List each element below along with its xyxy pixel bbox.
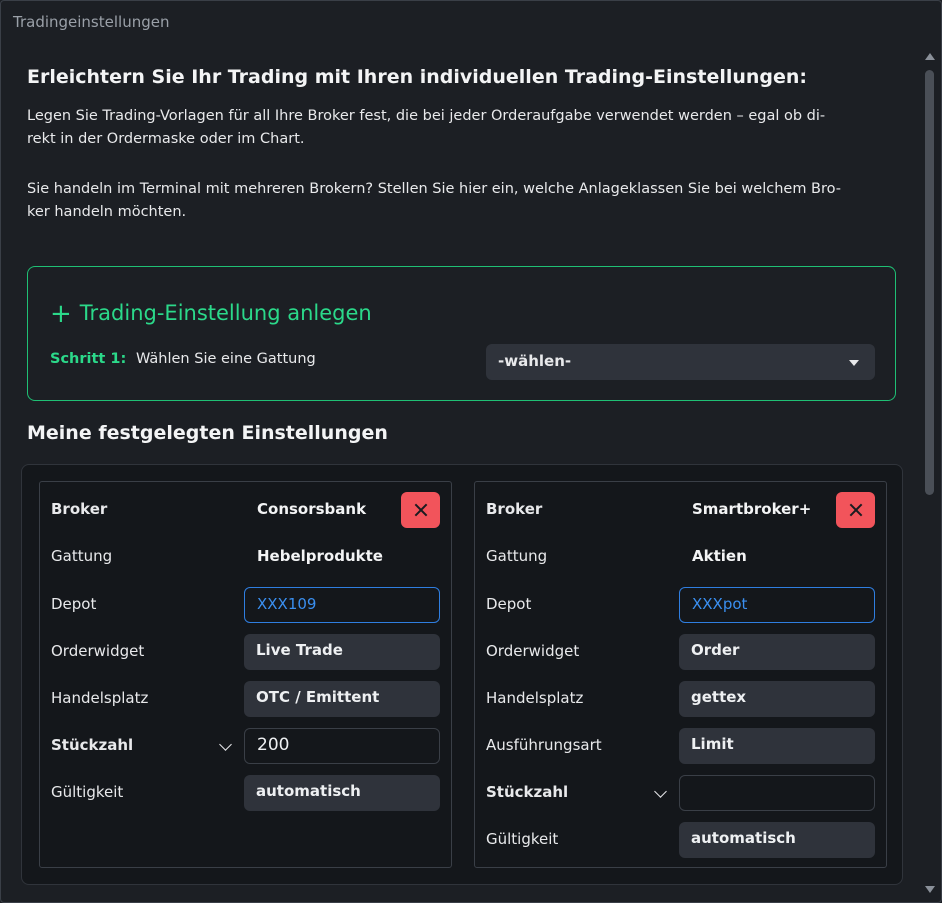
depot-label: Depot — [51, 595, 97, 613]
scroll-up-arrow-icon[interactable] — [925, 53, 935, 60]
row-orderwidget: Orderwidget Live Trade — [40, 634, 451, 670]
gattung-label: Gattung — [486, 547, 548, 565]
scrollbar-thumb[interactable] — [925, 70, 934, 495]
my-settings-title: Meine festgelegten Einstellungen — [27, 422, 388, 444]
gueltigkeit-label: Gültigkeit — [51, 783, 124, 801]
handelsplatz-select[interactable]: OTC / Emittent — [244, 681, 440, 717]
broker-label: Broker — [486, 500, 543, 518]
create-setting-label: Trading-Einstellung anlegen — [79, 301, 372, 325]
settings-cards-container: Broker Consorsbank Gattung Hebelprodukte… — [21, 464, 903, 885]
intro-paragraph-1-line-2: rekt in der Ordermaske oder im Chart. — [27, 131, 305, 147]
depot-select[interactable]: XXXpot — [679, 587, 875, 623]
intro-paragraph-2-line-1: Sie handeln im Terminal mit mehreren Bro… — [27, 181, 842, 197]
gattung-label: Gattung — [51, 547, 113, 565]
gattung-select-value: -wählen- — [498, 352, 572, 370]
handelsplatz-label: Handelsplatz — [486, 689, 584, 707]
step-label: Schritt 1: — [50, 351, 127, 367]
row-depot: Depot XXX109 — [40, 587, 451, 623]
depot-value: XXX109 — [257, 595, 317, 613]
stueckzahl-input[interactable] — [679, 775, 875, 811]
ausfuehrungsart-value: Limit — [691, 735, 734, 753]
row-gattung: Gattung Aktien — [475, 539, 886, 575]
row-broker: Broker Consorsbank — [40, 492, 451, 528]
vertical-scrollbar[interactable] — [923, 51, 937, 897]
orderwidget-select[interactable]: Live Trade — [244, 634, 440, 670]
broker-value: Smartbroker+ — [692, 500, 812, 518]
setting-card-consorsbank: Broker Consorsbank Gattung Hebelprodukte… — [39, 481, 452, 868]
handelsplatz-select[interactable]: gettex — [679, 681, 875, 717]
window-title: Tradingeinstellungen — [13, 13, 170, 31]
ausfuehrungsart-label: Ausführungsart — [486, 736, 602, 754]
row-gueltigkeit: Gültigkeit automatisch — [40, 775, 451, 811]
row-stueckzahl: Stückzahl — [475, 775, 886, 811]
row-handelsplatz: Handelsplatz OTC / Emittent — [40, 681, 451, 717]
delete-button[interactable] — [401, 492, 440, 528]
orderwidget-label: Orderwidget — [51, 642, 145, 660]
create-setting-panel: + Trading-Einstellung anlegen Schritt 1: … — [27, 266, 896, 401]
row-gueltigkeit: Gültigkeit automatisch — [475, 822, 886, 858]
ausfuehrungsart-select[interactable]: Limit — [679, 728, 875, 764]
caret-down-icon — [849, 360, 859, 366]
gattung-value: Aktien — [692, 547, 747, 565]
broker-label: Broker — [51, 500, 108, 518]
delete-button[interactable] — [836, 492, 875, 528]
stueckzahl-input[interactable]: 200 — [244, 728, 440, 764]
intro-paragraph-1: Legen Sie Trading-Vorlagen für all Ihre … — [27, 105, 887, 151]
handelsplatz-label: Handelsplatz — [51, 689, 149, 707]
gattung-select[interactable]: -wählen- — [486, 344, 875, 380]
scroll-down-arrow-icon[interactable] — [925, 886, 935, 893]
intro-paragraph-2-line-2: ker handeln möchten. — [27, 204, 187, 220]
gueltigkeit-select[interactable]: automatisch — [679, 822, 875, 858]
row-depot: Depot XXXpot — [475, 587, 886, 623]
chevron-down-icon[interactable] — [654, 785, 667, 798]
create-setting-button[interactable]: + Trading-Einstellung anlegen — [50, 297, 372, 329]
orderwidget-label: Orderwidget — [486, 642, 580, 660]
settings-window: Tradingeinstellungen Erleichtern Sie Ihr… — [0, 0, 942, 903]
step-text: Wählen Sie eine Gattung — [136, 351, 316, 367]
gueltigkeit-label: Gültigkeit — [486, 830, 559, 848]
handelsplatz-value: gettex — [691, 688, 747, 706]
intro-headline: Erleichtern Sie Ihr Trading mit Ihren in… — [27, 66, 808, 88]
stueckzahl-label: Stückzahl — [51, 736, 134, 754]
broker-value: Consorsbank — [257, 500, 367, 518]
gattung-value: Hebelprodukte — [257, 547, 383, 565]
plus-icon: + — [50, 299, 72, 329]
setting-card-smartbroker: Broker Smartbroker+ Gattung Aktien Depot… — [474, 481, 887, 868]
intro-paragraph-2: Sie handeln im Terminal mit mehreren Bro… — [27, 178, 887, 224]
row-broker: Broker Smartbroker+ — [475, 492, 886, 528]
row-gattung: Gattung Hebelprodukte — [40, 539, 451, 575]
gueltigkeit-select[interactable]: automatisch — [244, 775, 440, 811]
row-orderwidget: Orderwidget Order — [475, 634, 886, 670]
row-ausfuehrungsart: Ausführungsart Limit — [475, 728, 886, 764]
depot-select[interactable]: XXX109 — [244, 587, 440, 623]
depot-value: XXXpot — [692, 595, 748, 613]
orderwidget-value: Order — [691, 641, 740, 659]
gueltigkeit-value: automatisch — [256, 782, 361, 800]
stueckzahl-label: Stückzahl — [486, 783, 569, 801]
depot-label: Depot — [486, 595, 532, 613]
gueltigkeit-value: automatisch — [691, 829, 796, 847]
intro-paragraph-1-line-1: Legen Sie Trading-Vorlagen für all Ihre … — [27, 108, 826, 124]
row-stueckzahl: Stückzahl 200 — [40, 728, 451, 764]
chevron-down-icon[interactable] — [219, 738, 232, 751]
orderwidget-value: Live Trade — [256, 641, 343, 659]
handelsplatz-value: OTC / Emittent — [256, 688, 380, 706]
stueckzahl-value: 200 — [257, 735, 290, 755]
orderwidget-select[interactable]: Order — [679, 634, 875, 670]
row-handelsplatz: Handelsplatz gettex — [475, 681, 886, 717]
